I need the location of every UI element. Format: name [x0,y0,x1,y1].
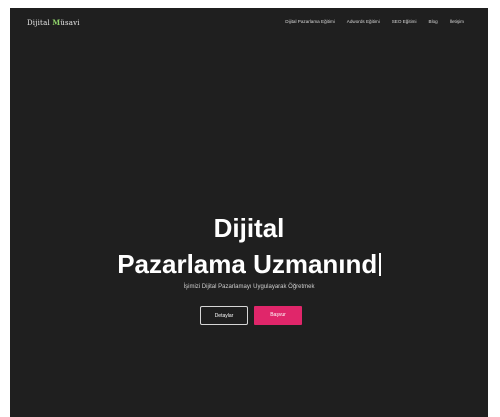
logo-text-prefix: Dijital [27,19,53,27]
apply-button[interactable]: Başvur [254,306,302,325]
nav-link-iletisim[interactable]: İletişim [450,19,464,24]
nav-link-seo-egitimi[interactable]: SEO Eğitimi [392,19,417,24]
details-button[interactable]: Detaylar [200,306,248,325]
hero-title-typed-text: Pazarlama Uzmanınd [117,249,378,279]
hero-subtitle: İşimizi Dijital Pazarlamayı Uygulayarak … [183,284,315,290]
typing-caret [379,253,381,276]
nav-link-blog[interactable]: Blog [429,19,438,24]
hero-title-line-1: Dijital [213,213,285,243]
hero-section: Dijital Müsavi Dijital Pazarlama Eğitimi… [10,8,488,417]
top-navigation: Dijital Müsavi Dijital Pazarlama Eğitimi… [10,8,488,38]
nav-menu: Dijital Pazarlama Eğitimi Adwords Eğitim… [285,19,464,24]
site-logo[interactable]: Dijital Müsavi [27,18,80,27]
hero-title-line-2: Pazarlama Uzmanınd [10,248,488,280]
nav-link-dijital-pazarlama-egitimi[interactable]: Dijital Pazarlama Eğitimi [285,19,335,24]
nav-link-adwords-egitimi[interactable]: Adwords Eğitimi [347,19,380,24]
logo-text-suffix: üsavi [60,19,80,27]
